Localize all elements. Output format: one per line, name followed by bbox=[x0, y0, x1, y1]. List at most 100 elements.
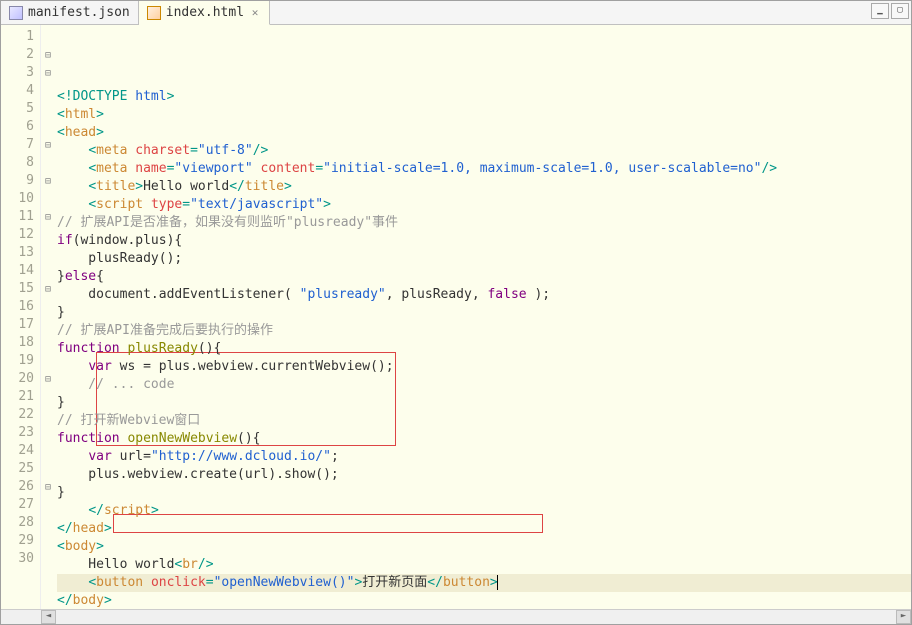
code-line[interactable]: // 扩展API准备完成后要执行的操作 bbox=[57, 322, 911, 340]
text-cursor bbox=[497, 575, 498, 590]
tab-manifest[interactable]: manifest.json bbox=[1, 1, 139, 24]
code-line[interactable]: </body> bbox=[57, 592, 911, 609]
fold-toggle[interactable]: ⊟ bbox=[41, 370, 55, 388]
code-line[interactable]: <!DOCTYPE html> bbox=[57, 88, 911, 106]
code-line[interactable]: <body> bbox=[57, 538, 911, 556]
line-number: 4 bbox=[1, 82, 34, 100]
line-number: 12 bbox=[1, 226, 34, 244]
line-number: 20 bbox=[1, 370, 34, 388]
fold-toggle bbox=[41, 532, 55, 550]
fold-toggle[interactable]: ⊟ bbox=[41, 280, 55, 298]
code-line[interactable]: // 扩展API是否准备，如果没有则监听"plusready"事件 bbox=[57, 214, 911, 232]
code-line[interactable]: </script> bbox=[57, 502, 911, 520]
line-number: 13 bbox=[1, 244, 34, 262]
line-number: 6 bbox=[1, 118, 34, 136]
code-line[interactable]: } bbox=[57, 484, 911, 502]
code-line[interactable]: plus.webview.create(url).show(); bbox=[57, 466, 911, 484]
editor-window: manifest.json index.html ✕ ▁ ▢ 123456789… bbox=[0, 0, 912, 625]
line-number: 24 bbox=[1, 442, 34, 460]
fold-toggle bbox=[41, 316, 55, 334]
fold-toggle bbox=[41, 442, 55, 460]
json-file-icon bbox=[9, 6, 23, 20]
fold-toggle bbox=[41, 460, 55, 478]
line-number: 26 bbox=[1, 478, 34, 496]
line-number: 25 bbox=[1, 460, 34, 478]
fold-toggle bbox=[41, 352, 55, 370]
code-line[interactable]: // ... code bbox=[57, 376, 911, 394]
fold-toggle bbox=[41, 406, 55, 424]
code-line[interactable]: <meta name="viewport" content="initial-s… bbox=[57, 160, 911, 178]
tab-index-html[interactable]: index.html ✕ bbox=[139, 1, 270, 25]
tab-label: manifest.json bbox=[28, 5, 130, 20]
line-number: 30 bbox=[1, 550, 34, 568]
code-line[interactable]: // 打开新Webview窗口 bbox=[57, 412, 911, 430]
code-line[interactable]: function plusReady(){ bbox=[57, 340, 911, 358]
fold-toggle bbox=[41, 118, 55, 136]
line-number: 19 bbox=[1, 352, 34, 370]
html-file-icon bbox=[147, 6, 161, 20]
fold-toggle bbox=[41, 154, 55, 172]
code-line[interactable]: var ws = plus.webview.currentWebview(); bbox=[57, 358, 911, 376]
fold-toggle bbox=[41, 190, 55, 208]
fold-toggle bbox=[41, 514, 55, 532]
line-number: 16 bbox=[1, 298, 34, 316]
code-line[interactable]: plusReady(); bbox=[57, 250, 911, 268]
minimize-button[interactable]: ▁ bbox=[871, 3, 889, 19]
fold-toggle bbox=[41, 82, 55, 100]
code-line[interactable]: <title>Hello world</title> bbox=[57, 178, 911, 196]
fold-toggle[interactable]: ⊟ bbox=[41, 478, 55, 496]
fold-toggle bbox=[41, 424, 55, 442]
window-controls: ▁ ▢ bbox=[871, 3, 909, 19]
fold-toggle bbox=[41, 496, 55, 514]
fold-toggle bbox=[41, 334, 55, 352]
code-line[interactable]: <head> bbox=[57, 124, 911, 142]
line-number: 14 bbox=[1, 262, 34, 280]
line-number: 22 bbox=[1, 406, 34, 424]
editor-area[interactable]: 1234567891011121314151617181920212223242… bbox=[1, 25, 911, 609]
fold-toggle bbox=[41, 262, 55, 280]
line-number: 28 bbox=[1, 514, 34, 532]
fold-toggle[interactable]: ⊟ bbox=[41, 136, 55, 154]
maximize-button[interactable]: ▢ bbox=[891, 3, 909, 19]
code-line[interactable]: }else{ bbox=[57, 268, 911, 286]
fold-toggle[interactable]: ⊟ bbox=[41, 46, 55, 64]
fold-toggle[interactable]: ⊟ bbox=[41, 208, 55, 226]
fold-toggle[interactable]: ⊟ bbox=[41, 172, 55, 190]
line-number: 8 bbox=[1, 154, 34, 172]
fold-column: ⊟⊟⊟⊟⊟⊟⊟⊟ bbox=[41, 25, 55, 609]
line-number: 21 bbox=[1, 388, 34, 406]
code-line[interactable]: <html> bbox=[57, 106, 911, 124]
code-content[interactable]: <!DOCTYPE html><html><head> <meta charse… bbox=[55, 25, 911, 609]
line-number: 2 bbox=[1, 46, 34, 64]
line-number: 10 bbox=[1, 190, 34, 208]
horizontal-scrollbar[interactable]: ◄ ► bbox=[1, 609, 911, 624]
code-line[interactable]: <script type="text/javascript"> bbox=[57, 196, 911, 214]
line-number: 18 bbox=[1, 334, 34, 352]
code-line[interactable]: function openNewWebview(){ bbox=[57, 430, 911, 448]
code-line[interactable]: if(window.plus){ bbox=[57, 232, 911, 250]
fold-toggle bbox=[41, 226, 55, 244]
code-line[interactable]: <meta charset="utf-8"/> bbox=[57, 142, 911, 160]
tab-bar: manifest.json index.html ✕ ▁ ▢ bbox=[1, 1, 911, 25]
fold-toggle[interactable]: ⊟ bbox=[41, 64, 55, 82]
code-line[interactable]: </head> bbox=[57, 520, 911, 538]
code-line[interactable]: document.addEventListener( "plusready", … bbox=[57, 286, 911, 304]
code-line[interactable]: <button onclick="openNewWebview()">打开新页面… bbox=[57, 574, 911, 592]
code-line[interactable]: } bbox=[57, 394, 911, 412]
line-number: 17 bbox=[1, 316, 34, 334]
code-line[interactable]: } bbox=[57, 304, 911, 322]
close-icon[interactable]: ✕ bbox=[249, 7, 261, 19]
scroll-right-button[interactable]: ► bbox=[896, 610, 911, 624]
line-number: 1 bbox=[1, 28, 34, 46]
fold-toggle bbox=[41, 298, 55, 316]
line-number: 15 bbox=[1, 280, 34, 298]
code-line[interactable]: Hello world<br/> bbox=[57, 556, 911, 574]
scroll-left-button[interactable]: ◄ bbox=[41, 610, 56, 624]
fold-toggle bbox=[41, 550, 55, 568]
line-number: 7 bbox=[1, 136, 34, 154]
line-number: 11 bbox=[1, 208, 34, 226]
fold-toggle bbox=[41, 244, 55, 262]
code-line[interactable]: var url="http://www.dcloud.io/"; bbox=[57, 448, 911, 466]
line-number: 3 bbox=[1, 64, 34, 82]
fold-toggle bbox=[41, 388, 55, 406]
